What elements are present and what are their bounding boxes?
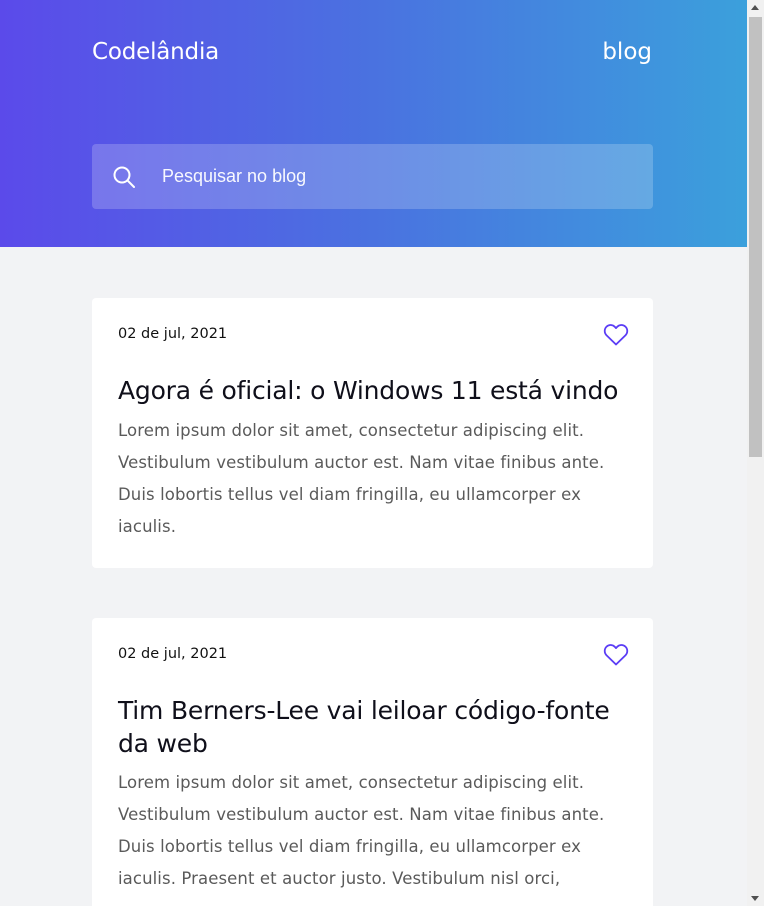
page: Codelândia blog 02 de jul, 2021 Agora é …: [0, 0, 747, 906]
post-excerpt: Lorem ipsum dolor sit amet, consectetur …: [118, 421, 605, 536]
heart-outline-icon[interactable]: [603, 643, 629, 667]
post-date: 02 de jul, 2021: [118, 646, 228, 662]
scrollbar-thumb[interactable]: [749, 17, 762, 457]
heart-outline-icon[interactable]: [603, 323, 629, 347]
post-card[interactable]: 02 de jul, 2021 Agora é oficial: o Windo…: [92, 298, 653, 568]
search-bar[interactable]: [92, 144, 653, 209]
browser-viewport: Codelândia blog 02 de jul, 2021 Agora é …: [0, 0, 764, 906]
vertical-scrollbar[interactable]: [747, 0, 764, 906]
post-title[interactable]: Tim Berners-Lee vai leiloar código-fonte…: [118, 694, 633, 760]
search-icon[interactable]: [112, 165, 136, 189]
scroll-down-arrow-icon[interactable]: [751, 896, 759, 901]
site-header: Codelândia blog: [0, 0, 747, 247]
scroll-up-arrow-icon[interactable]: [751, 5, 759, 10]
post-excerpt: Lorem ipsum dolor sit amet, consectetur …: [118, 773, 605, 888]
brand-logo[interactable]: Codelândia: [92, 37, 219, 67]
post-title[interactable]: Agora é oficial: o Windows 11 está vindo: [118, 374, 633, 407]
search-input[interactable]: [162, 144, 632, 209]
post-date: 02 de jul, 2021: [118, 326, 228, 342]
post-card[interactable]: 02 de jul, 2021 Tim Berners-Lee vai leil…: [92, 618, 653, 906]
nav-link-blog[interactable]: blog: [602, 37, 652, 67]
